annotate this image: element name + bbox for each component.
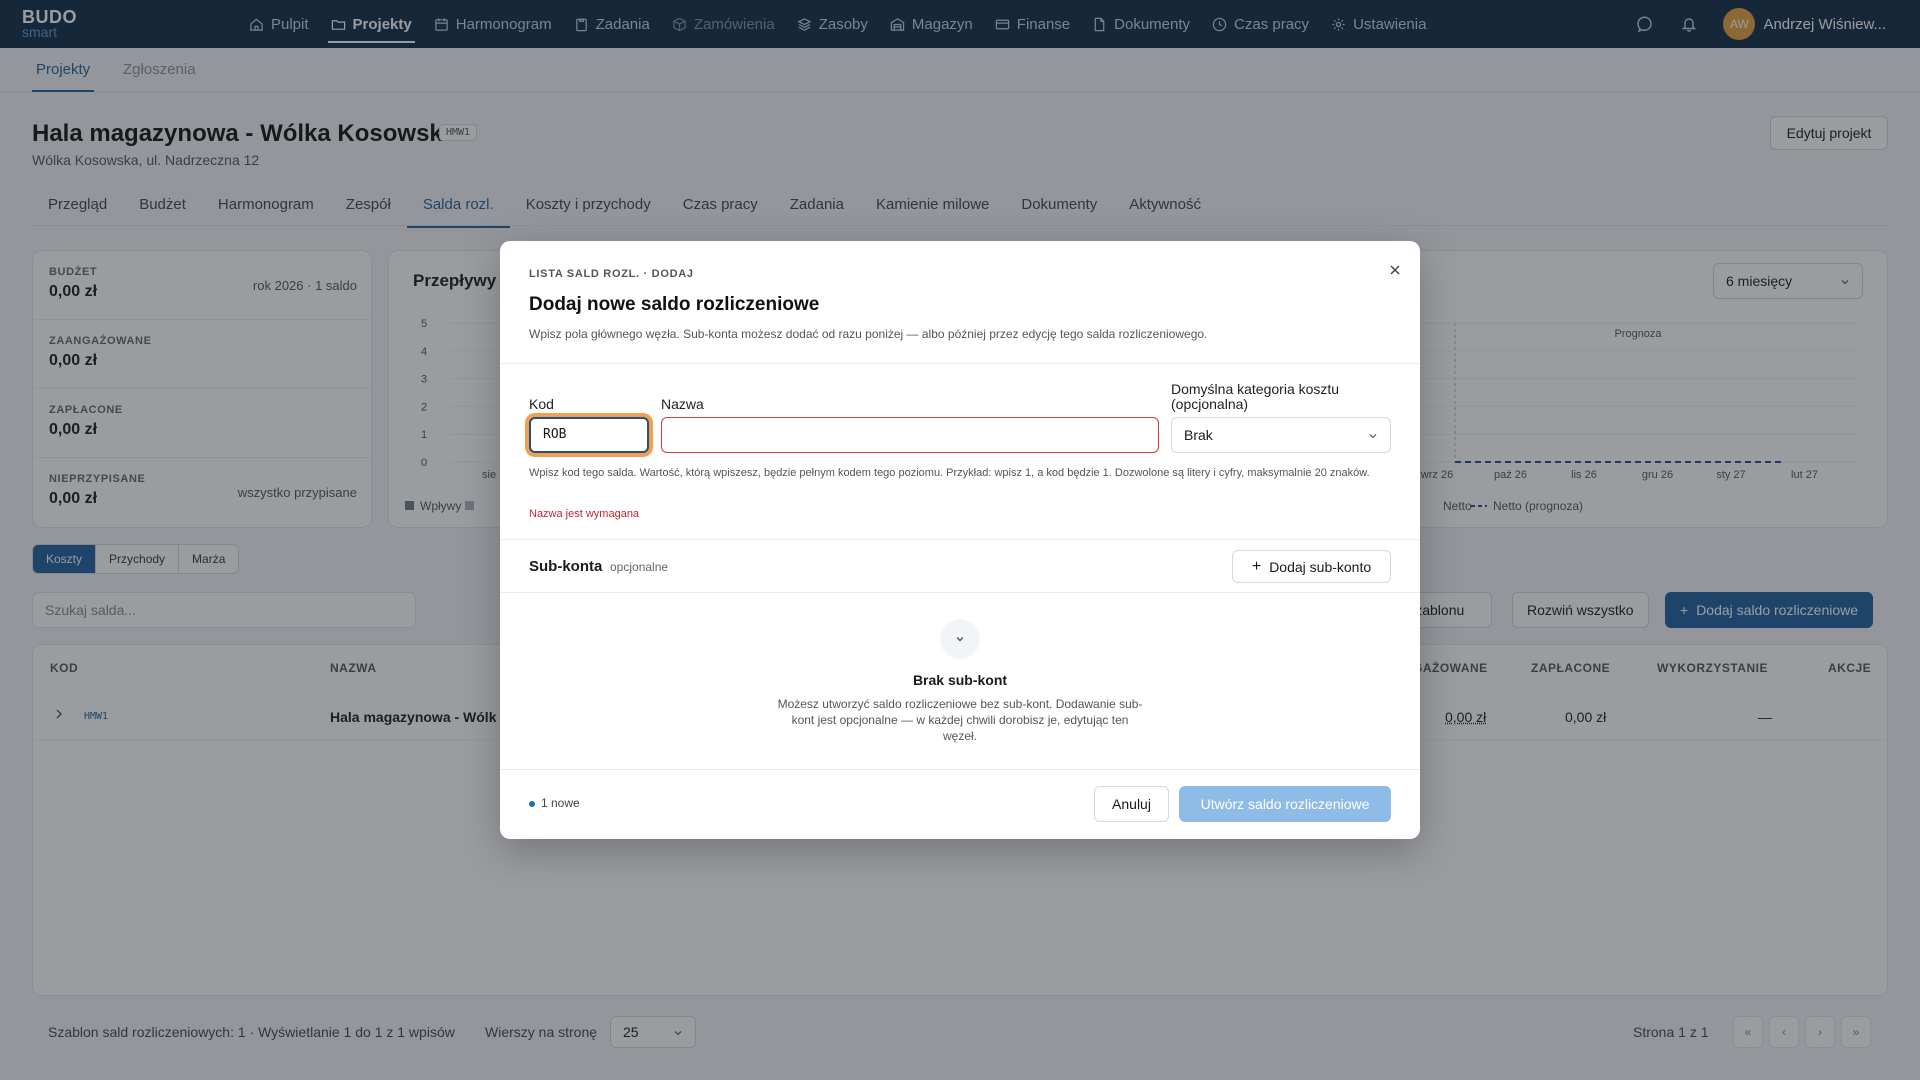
add-subaccount-button[interactable]: + Dodaj sub-konto bbox=[1232, 550, 1391, 583]
dialog-breadcrumb: LISTA SALD ROZL. · DODAJ bbox=[529, 268, 694, 280]
nazwa-label: Nazwa bbox=[661, 396, 704, 412]
dialog-description: Wpisz pola głównego węzła. Sub-konta moż… bbox=[529, 327, 1208, 341]
kod-label: Kod bbox=[529, 396, 554, 412]
create-balance-button[interactable]: Utwórz saldo rozliczeniowe bbox=[1179, 786, 1391, 822]
cancel-button[interactable]: Anuluj bbox=[1094, 786, 1169, 822]
subaccounts-optional: opcjonalne bbox=[610, 560, 669, 574]
plus-icon: + bbox=[1251, 557, 1262, 575]
subaccounts-title: Sub-konta bbox=[529, 558, 603, 575]
chevron-down-icon bbox=[1369, 434, 1377, 439]
nazwa-input[interactable] bbox=[661, 417, 1159, 453]
divider bbox=[500, 539, 1420, 540]
kod-input[interactable]: ROB bbox=[529, 417, 649, 453]
close-icon[interactable] bbox=[1385, 260, 1405, 280]
divider bbox=[500, 769, 1420, 770]
new-count: 1 nowe bbox=[541, 796, 580, 810]
add-subaccount-label: Dodaj sub-konto bbox=[1269, 558, 1372, 575]
add-balance-dialog: LISTA SALD ROZL. · DODAJ Dodaj nowe sald… bbox=[500, 241, 1420, 839]
divider bbox=[500, 592, 1420, 593]
new-indicator-dot bbox=[529, 801, 535, 807]
kod-hint: Wpisz kod tego salda. Wartość, którą wpi… bbox=[529, 467, 1370, 479]
category-value: Brak bbox=[1184, 427, 1213, 443]
category-label: Domyślna kategoria kosztu (opcjonalna) bbox=[1171, 381, 1340, 412]
chevron-down-icon bbox=[940, 619, 980, 659]
dialog-title: Dodaj nowe saldo rozliczeniowe bbox=[529, 294, 820, 315]
nazwa-error: Nazwa jest wymagana bbox=[529, 508, 640, 520]
empty-state-text: Możesz utworzyć saldo rozliczeniowe bez … bbox=[777, 697, 1143, 743]
category-select[interactable]: Brak bbox=[1171, 417, 1391, 453]
divider bbox=[500, 363, 1420, 364]
empty-state-title: Brak sub-kont bbox=[912, 672, 1008, 688]
